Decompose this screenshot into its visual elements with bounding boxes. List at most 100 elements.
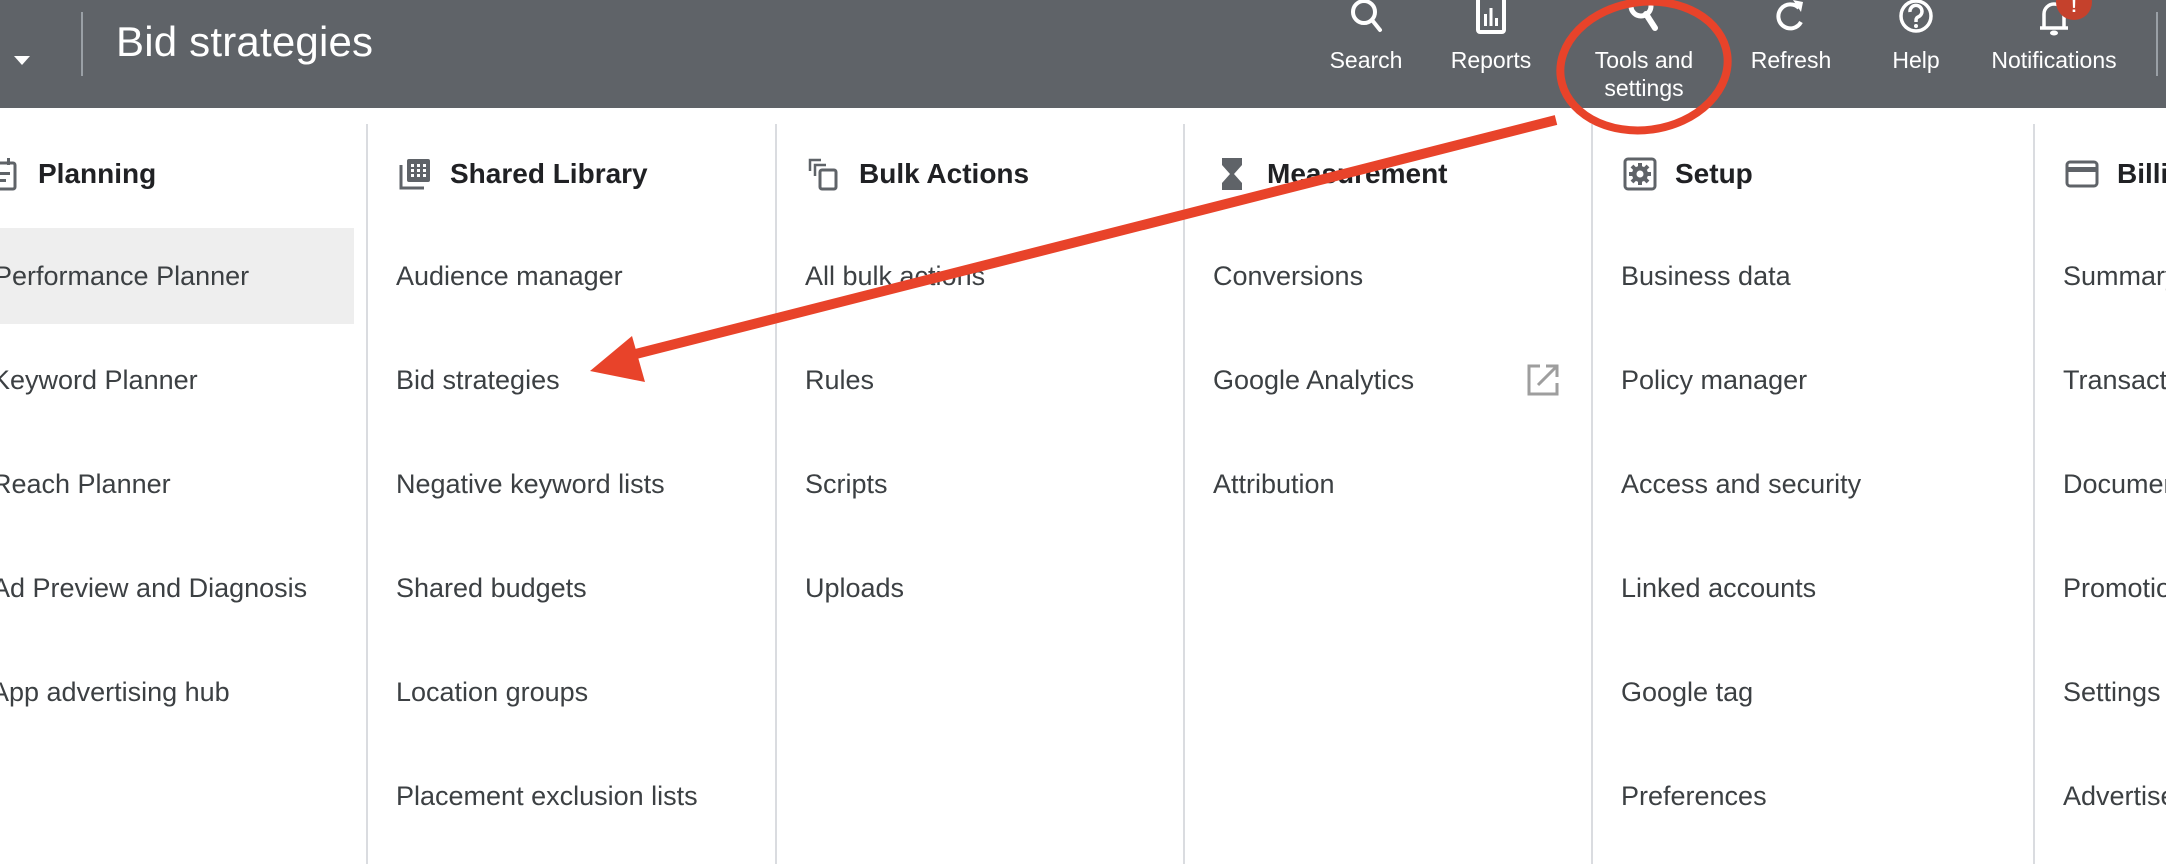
column-title: Bulk Actions (859, 158, 1030, 189)
bulk-actions-icon (808, 158, 838, 191)
menu-item-label: Business data (1621, 260, 1791, 291)
menu-item-rules[interactable]: Rules (805, 332, 874, 428)
setup-gear-icon (1623, 157, 1657, 191)
menu-item-label: Summary (2063, 260, 2166, 291)
menu-item-google-analytics[interactable]: Google Analytics (1213, 332, 1563, 428)
menu-item-transactions[interactable]: Transactions (2063, 332, 2166, 428)
help-icon (1899, 0, 1933, 33)
menu-item-label: Attribution (1213, 468, 1335, 499)
menu-item-summary[interactable]: Summary (2063, 228, 2166, 324)
refresh-label: Refresh (1750, 47, 1832, 73)
credit-card-icon (2065, 160, 2099, 188)
menu-item-audience-manager[interactable]: Audience manager (396, 228, 623, 324)
menu-column-planning: Planning Performance Planner Keyword Pla… (0, 124, 354, 864)
wrench-icon (1628, 0, 1658, 31)
menu-item-label: Transactions (2063, 364, 2166, 395)
menu-item-label: Conversions (1213, 260, 1364, 291)
menu-item-label: Policy manager (1621, 364, 1808, 395)
menu-item-linked-accounts[interactable]: Linked accounts (1621, 540, 1816, 636)
menu-item-reach-planner[interactable]: Reach Planner (0, 436, 171, 532)
menu-column-setup: Setup Business data Policy manager Acces… (1621, 124, 2021, 864)
menu-item-bid-strategies[interactable]: Bid strategies (396, 332, 560, 428)
column-title: Shared Library (450, 158, 648, 189)
menu-item-advertiser-verification[interactable]: Advertiser verification (2063, 748, 2166, 844)
menu-item-label: Advertiser verification (2063, 780, 2166, 811)
hourglass-icon (1222, 158, 1242, 190)
menu-item-app-advertising-hub[interactable]: App advertising hub (0, 644, 230, 740)
menu-item-placement-exclusion-lists[interactable]: Placement exclusion lists (396, 748, 698, 844)
help-label: Help (1892, 47, 1940, 73)
menu-item-google-tag[interactable]: Google tag (1621, 644, 1753, 740)
menu-item-label: Performance Planner (0, 260, 250, 291)
column-divider (1183, 124, 1185, 864)
menu-column-bulk-actions: Bulk Actions All bulk actions Rules Scri… (805, 124, 1175, 864)
menu-item-documents[interactable]: Documents (2063, 436, 2166, 532)
menu-item-label: Shared budgets (396, 572, 587, 603)
menu-item-label: Access and security (1621, 468, 1862, 499)
column-divider (2033, 124, 2035, 864)
bar-chart-icon (1476, 0, 1506, 34)
menu-column-shared-library: Shared Library Audience manager Bid stra… (396, 124, 766, 864)
tools-label-line2: settings (1604, 75, 1684, 101)
menu-item-keyword-planner[interactable]: Keyword Planner (0, 332, 198, 428)
menu-item-label: Bid strategies (396, 364, 560, 395)
search-icon (1351, 0, 1382, 32)
menu-item-label: Reach Planner (0, 468, 171, 499)
reports-button[interactable]: Reports (1441, 0, 1541, 108)
menu-item-policy-manager[interactable]: Policy manager (1621, 332, 1807, 428)
menu-item-billing-settings[interactable]: Settings (2063, 644, 2161, 740)
menu-item-uploads[interactable]: Uploads (805, 540, 904, 636)
column-heading-bulk-actions: Bulk Actions (807, 154, 1029, 194)
column-heading-measurement: Measurement (1215, 154, 1448, 194)
menu-item-access-and-security[interactable]: Access and security (1621, 436, 1861, 532)
notifications-label: Notifications (1991, 47, 2117, 73)
menu-item-location-groups[interactable]: Location groups (396, 644, 588, 740)
column-title: Billing (2117, 158, 2166, 189)
menu-item-attribution[interactable]: Attribution (1213, 436, 1335, 532)
menu-item-conversions[interactable]: Conversions (1213, 228, 1363, 324)
top-app-bar: Bid strategies Search Reports Tools and … (0, 0, 2166, 108)
menu-item-label: Google tag (1621, 676, 1754, 707)
search-label: Search (1329, 47, 1403, 73)
menu-item-label: Location groups (396, 676, 589, 707)
menu-item-preferences[interactable]: Preferences (1621, 748, 1767, 844)
column-heading-shared-library: Shared Library (398, 154, 648, 194)
column-divider (1591, 124, 1593, 864)
column-divider (366, 124, 368, 864)
column-heading-planning: Planning (0, 154, 156, 194)
header-divider (81, 12, 83, 76)
account-dropdown-caret-icon[interactable] (14, 56, 30, 65)
menu-item-label: Placement exclusion lists (396, 780, 698, 811)
planning-calendar-icon (0, 158, 17, 191)
menu-item-scripts[interactable]: Scripts (805, 436, 888, 532)
menu-item-label: Promotions (2063, 572, 2166, 603)
column-title: Measurement (1267, 158, 1448, 189)
menu-item-label: App advertising hub (0, 676, 230, 707)
menu-column-billing: Billing Summary Transactions Documents P… (2063, 124, 2166, 864)
menu-item-business-data[interactable]: Business data (1621, 228, 1791, 324)
menu-item-label: Settings (2063, 676, 2161, 707)
search-button[interactable]: Search (1316, 0, 1416, 108)
menu-item-label: Preferences (1621, 780, 1767, 811)
reports-label: Reports (1450, 47, 1532, 73)
refresh-icon (1776, 0, 1803, 31)
column-heading-billing: Billing (2065, 154, 2166, 194)
menu-item-promotions[interactable]: Promotions (2063, 540, 2166, 636)
tools-and-settings-button[interactable]: Tools and settings (1574, 0, 1714, 108)
menu-item-label: Uploads (805, 572, 905, 603)
menu-item-label: Ad Preview and Diagnosis (0, 572, 308, 603)
menu-item-negative-keyword-lists[interactable]: Negative keyword lists (396, 436, 665, 532)
menu-item-all-bulk-actions[interactable]: All bulk actions (805, 228, 985, 324)
menu-item-shared-budgets[interactable]: Shared budgets (396, 540, 587, 636)
library-icon (399, 159, 430, 190)
menu-item-performance-planner[interactable]: Performance Planner (0, 228, 354, 324)
menu-item-ad-preview-and-diagnosis[interactable]: Ad Preview and Diagnosis (0, 540, 307, 636)
column-divider (775, 124, 777, 864)
tools-and-settings-label: Tools and settings (1574, 46, 1714, 102)
menu-item-label: Negative keyword lists (396, 468, 665, 499)
tools-label-line1: Tools and (1594, 47, 1694, 73)
help-button[interactable]: Help (1866, 0, 1966, 108)
refresh-button[interactable]: Refresh (1741, 0, 1841, 108)
notifications-button[interactable]: Notifications (1974, 0, 2134, 108)
column-title: Setup (1675, 158, 1753, 189)
